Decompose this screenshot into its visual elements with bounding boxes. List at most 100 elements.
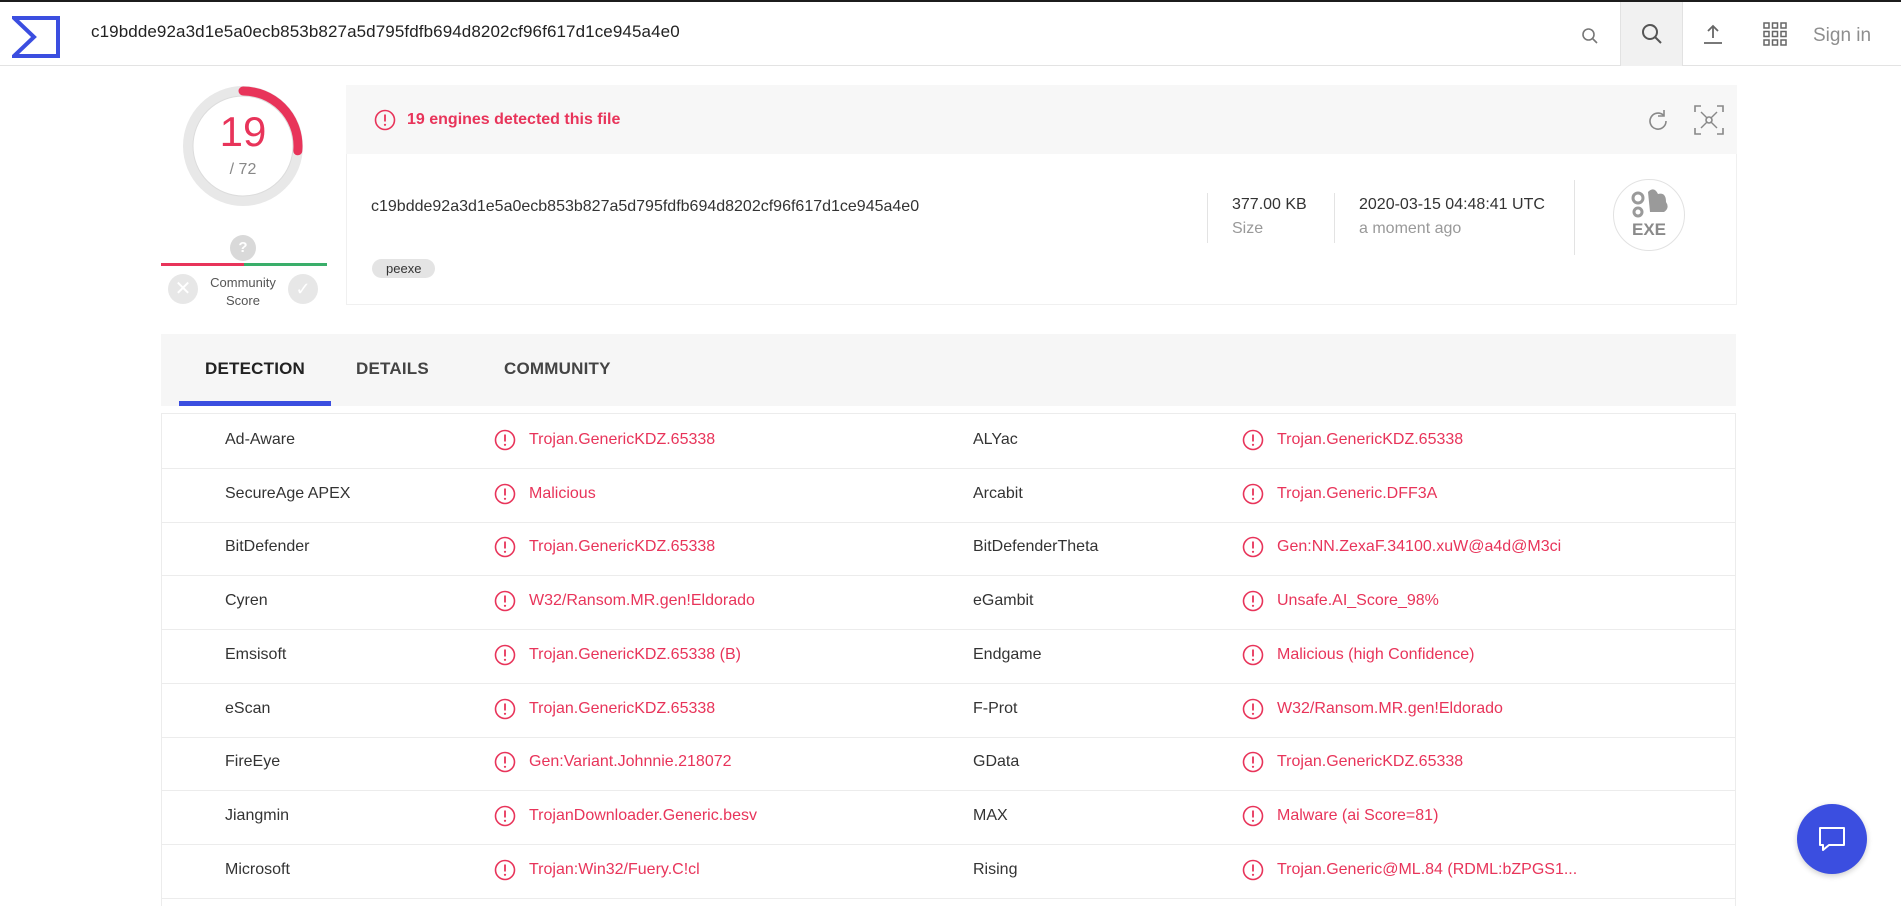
engine-name: ALYac [973, 431, 1018, 448]
detection-result: W32/Ransom.MR.gen!Eldorado [529, 592, 755, 610]
alert-icon [494, 805, 516, 827]
detection-result: Trojan.GenericKDZ.65338 [1277, 753, 1464, 771]
refresh-icon[interactable] [1644, 107, 1672, 135]
community-score-label: Community Score [200, 274, 286, 310]
engine-name: Jiangmin [225, 806, 290, 824]
table-row: SecureAge APEX Malicious Arcabit Trojan.Gen… [162, 468, 1735, 523]
detection-result: TrojanDownloader.Generic.besv [529, 806, 757, 824]
community-score-badge: ? [230, 235, 256, 261]
file-hash: c19bdde92a3d1e5a0ecb853b827a5d795fdfb694… [371, 198, 920, 215]
detection-result: W32/Ransom.MR.gen!Eldorado [1277, 699, 1503, 717]
chat-icon [1819, 827, 1845, 851]
search-icon[interactable] [1574, 20, 1606, 52]
divider [1207, 193, 1208, 243]
graph-icon[interactable] [1693, 104, 1725, 136]
detection-result: Trojan.GenericKDZ.65338 [529, 699, 716, 717]
search-icon [1641, 24, 1662, 44]
detection-result: Malicious [529, 484, 596, 502]
alert-icon [494, 429, 516, 451]
alert-icon [494, 483, 516, 505]
detection-result: Trojan:Win32/Fuery.C!cl [529, 860, 700, 878]
engine-name: BitDefender [225, 538, 310, 556]
file-size-label: Size [1232, 220, 1264, 237]
chat-button[interactable] [1797, 804, 1867, 874]
detection-result: Trojan.GenericKDZ.65338 [529, 538, 716, 556]
divider [1334, 193, 1335, 243]
engine-name: Emsisoft [225, 645, 287, 663]
active-tab-indicator [179, 401, 331, 406]
alert-icon [1242, 644, 1264, 666]
tab-detection[interactable]: DETECTION [205, 359, 305, 379]
engine-name: Ad-Aware [225, 431, 295, 448]
file-type-label: EXE [1631, 220, 1667, 239]
detection-result: Trojan.GenericKDZ.65338 [1277, 431, 1464, 448]
alert-icon [494, 751, 516, 773]
table-row: Cyren W32/Ransom.MR.gen!Eldorado eGambit Un… [162, 575, 1735, 631]
upload-icon[interactable] [1695, 16, 1731, 52]
detection-summary: 19 engines detected this file [407, 111, 621, 128]
table-row: Microsoft Trojan:Win32/Fuery.C!cl Rising Tr… [162, 844, 1735, 899]
alert-icon [1242, 483, 1264, 505]
alert-icon [494, 859, 516, 881]
tab-community[interactable]: COMMUNITY [504, 359, 611, 379]
engine-name: Arcabit [973, 484, 1023, 502]
engine-name: Endgame [973, 645, 1042, 663]
detection-result: Trojan.GenericKDZ.65338 (B) [529, 645, 741, 663]
alert-icon [1242, 429, 1264, 451]
vote-harmless-icon[interactable]: ✓ [288, 274, 318, 304]
alert-icon [374, 109, 396, 131]
detection-result: Trojan.GenericKDZ.65338 [529, 431, 716, 448]
tab-details[interactable]: DETAILS [356, 359, 429, 379]
logo-icon[interactable] [8, 16, 60, 58]
exe-file-icon: EXE [1613, 179, 1685, 251]
alert-icon [1242, 536, 1264, 558]
community-label-line1: Community [210, 275, 276, 290]
detection-result: Unsafe.AI_Score_98% [1277, 592, 1439, 610]
vote-malicious-icon[interactable]: ✕ [168, 274, 198, 304]
alert-icon [1242, 805, 1264, 827]
engine-name: GData [973, 753, 1020, 771]
table-row: FireEye Gen:Variant.Johnnie.218072 GData Tr… [162, 736, 1735, 792]
engine-name: Rising [973, 860, 1018, 878]
engine-name: SecureAge APEX [225, 484, 351, 502]
engine-total: / 72 [229, 161, 257, 178]
sign-in-link[interactable]: Sign in [1813, 25, 1871, 47]
search-button[interactable] [1620, 2, 1683, 66]
alert-icon [494, 590, 516, 612]
alert-icon [1242, 590, 1264, 612]
search-input[interactable]: c19bdde92a3d1e5a0ecb853b827a5d795fdfb694… [91, 22, 680, 42]
file-info-panel [346, 154, 1737, 305]
detection-result: Trojan.Generic@ML.84 (RDML:bZPGS1... [1277, 860, 1578, 878]
alert-icon [1242, 751, 1264, 773]
detection-result: Gen:Variant.Johnnie.218072 [529, 753, 732, 771]
engine-name: F-Prot [973, 699, 1018, 717]
apps-grid-icon[interactable] [1757, 16, 1793, 52]
engine-name: eGambit [973, 592, 1034, 610]
engine-name: eScan [225, 699, 271, 717]
file-size-value: 377.00 KB [1232, 196, 1307, 213]
table-row: Ad-Aware Trojan.GenericKDZ.65338 ALYac Troj… [162, 414, 1735, 469]
detection-result: Malware (ai Score=81) [1277, 806, 1439, 824]
engine-name: MAX [973, 806, 1008, 824]
detections-table: Ad-Aware Trojan.GenericKDZ.65338 ALYac Troj… [161, 413, 1736, 906]
community-label-line2: Score [226, 293, 260, 308]
divider [1574, 180, 1575, 255]
file-date-value: 2020-03-15 04:48:41 UTC [1359, 196, 1545, 213]
table-row: BitDefender Trojan.GenericKDZ.65338 BitDef… [162, 521, 1735, 577]
table-row: eScan Trojan.GenericKDZ.65338 F-Prot W32/Ra… [162, 683, 1735, 738]
community-score-bar [161, 263, 327, 266]
file-date-label: a moment ago [1359, 220, 1462, 237]
engine-name: Cyren [225, 592, 268, 610]
top-bar: c19bdde92a3d1e5a0ecb853b827a5d795fdfb694… [0, 0, 1901, 66]
engine-name: FireEye [225, 753, 281, 771]
alert-icon [494, 698, 516, 720]
alert-icon [1242, 859, 1264, 881]
detection-result: Gen:NN.ZexaF.34100.xuW@a4d@M3ci [1277, 538, 1562, 556]
detection-count: 19 [219, 108, 267, 155]
detection-result: Malicious (high Confidence) [1277, 645, 1475, 663]
alert-icon [494, 536, 516, 558]
file-tag[interactable]: peexe [372, 259, 436, 278]
alert-icon [1242, 698, 1264, 720]
alert-icon [494, 644, 516, 666]
table-row: Emsisoft Trojan.GenericKDZ.65338 (B) Endga… [162, 629, 1735, 684]
